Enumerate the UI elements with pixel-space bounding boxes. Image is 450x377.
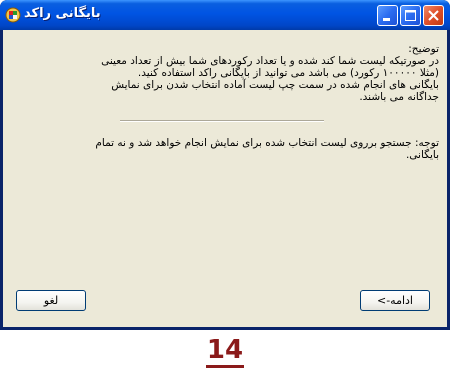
description-heading: توضیح: <box>408 43 439 55</box>
page-number-text: 14 <box>205 335 245 368</box>
window-title: بایگانی راکد <box>24 6 101 21</box>
maximize-icon <box>405 10 416 21</box>
close-icon <box>428 10 439 21</box>
minimize-icon <box>383 18 390 21</box>
description-text: توضیح: در صورتیکه لیست شما کند شده و یا … <box>15 43 439 103</box>
dialog-body: توضیح: در صورتیکه لیست شما کند شده و یا … <box>3 30 447 327</box>
cancel-button[interactable]: لغو <box>16 290 86 311</box>
dialog-window: بایگانی راکد توضیح: در صورتیکه لیست شما … <box>0 0 450 330</box>
separator-line <box>120 120 324 122</box>
title-bar[interactable]: بایگانی راکد <box>0 0 450 30</box>
note-line: توجه: جستجو برروی لیست انتخاب شده برای ن… <box>95 137 439 149</box>
description-line: (مثلا ۱۰۰۰۰۰ رکورد) می باشد می توانید از… <box>137 67 439 79</box>
app-icon <box>5 7 21 23</box>
close-button[interactable] <box>423 5 444 26</box>
maximize-button[interactable] <box>400 5 421 26</box>
minimize-button[interactable] <box>377 5 398 26</box>
note-text: توجه: جستجو برروی لیست انتخاب شده برای ن… <box>15 137 439 161</box>
page-number: 14 <box>0 335 450 368</box>
description-line: در صورتیکه لیست شما کند شده و یا تعداد ر… <box>101 55 439 67</box>
description-line: جداگانه می باشند. <box>359 91 439 103</box>
continue-button[interactable]: ادامه-> <box>360 290 430 311</box>
description-line: بایگانی های انجام شده در سمت چپ لیست آما… <box>111 79 439 91</box>
note-line: بایگانی. <box>405 149 439 161</box>
